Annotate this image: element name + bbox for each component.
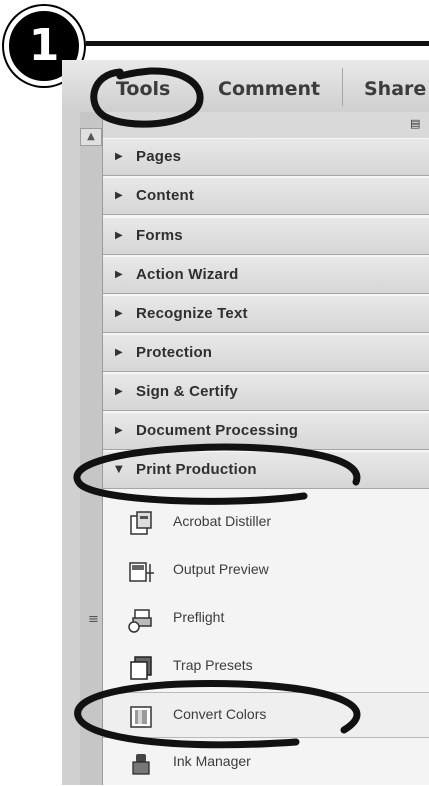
tool-preflight[interactable]: Preflight [103, 596, 429, 642]
section-label: Forms [136, 227, 183, 244]
section-print-production[interactable]: ▼ Print Production [103, 451, 429, 489]
scroll-up-arrow-icon[interactable]: ▲ [80, 128, 102, 146]
output-preview-icon [129, 562, 154, 582]
section-label: Sign & Certify [136, 383, 238, 400]
tab-comment[interactable]: Comment [218, 78, 320, 100]
tool-output-preview[interactable]: Output Preview [103, 548, 429, 594]
section-forms[interactable]: ▶ Forms [103, 217, 429, 255]
section-sign-certify[interactable]: ▶ Sign & Certify [103, 373, 429, 411]
tool-convert-colors[interactable]: Convert Colors [103, 692, 429, 738]
tool-ink-manager[interactable]: Ink Manager [103, 740, 429, 786]
expand-arrow-icon: ▶ [115, 269, 123, 280]
expand-arrow-icon: ▶ [115, 151, 123, 162]
step-number: 1 [28, 20, 60, 71]
convert-colors-icon [130, 706, 152, 728]
tab-separator [342, 68, 343, 106]
expand-arrow-icon: ▶ [115, 386, 123, 397]
resize-grip-icon[interactable]: ≡ [88, 612, 99, 627]
section-document-processing[interactable]: ▶ Document Processing [103, 412, 429, 450]
tool-label: Convert Colors [173, 706, 267, 722]
section-label: Document Processing [136, 422, 299, 439]
trap-presets-icon [130, 656, 152, 680]
section-label: Content [136, 187, 195, 204]
section-label: Print Production [136, 461, 257, 478]
tool-trap-presets[interactable]: Trap Presets [103, 644, 429, 690]
tool-label: Preflight [173, 609, 225, 625]
section-recognize-text[interactable]: ▶ Recognize Text [103, 295, 429, 333]
expand-arrow-icon: ▶ [115, 230, 123, 241]
task-toolbar: Tools Comment Share [62, 60, 429, 113]
collapse-arrow-icon: ▼ [115, 464, 123, 475]
tool-label: Ink Manager [173, 753, 251, 769]
section-label: Protection [136, 344, 213, 361]
preflight-icon [128, 609, 152, 633]
tools-panel: ▤ ▶ Pages ▶ Content ▶ Forms ▶ Action Wiz… [102, 112, 429, 785]
panel-scrollbar[interactable] [80, 112, 102, 785]
tab-tools[interactable]: Tools [116, 78, 170, 100]
ink-manager-icon [132, 754, 150, 775]
tool-label: Acrobat Distiller [173, 513, 272, 529]
expand-arrow-icon: ▶ [115, 425, 123, 436]
section-label: Pages [136, 148, 182, 165]
tool-label: Trap Presets [173, 657, 253, 673]
tab-share[interactable]: Share [364, 78, 426, 100]
section-label: Action Wizard [136, 266, 239, 283]
section-content[interactable]: ▶ Content [103, 177, 429, 215]
distiller-icon [130, 511, 152, 535]
section-protection[interactable]: ▶ Protection [103, 334, 429, 372]
panel-header-bar: ▤ [103, 112, 429, 139]
left-navigation-strip [62, 112, 81, 785]
expand-arrow-icon: ▶ [115, 190, 123, 201]
tool-label: Output Preview [173, 561, 269, 577]
expand-arrow-icon: ▶ [115, 308, 123, 319]
header-rule [86, 41, 429, 46]
section-pages[interactable]: ▶ Pages [103, 138, 429, 176]
section-label: Recognize Text [136, 305, 248, 322]
section-action-wizard[interactable]: ▶ Action Wizard [103, 256, 429, 294]
expand-arrow-icon: ▶ [115, 347, 123, 358]
panel-options-icon[interactable]: ▤ [410, 117, 424, 131]
tool-acrobat-distiller[interactable]: Acrobat Distiller [103, 500, 429, 546]
